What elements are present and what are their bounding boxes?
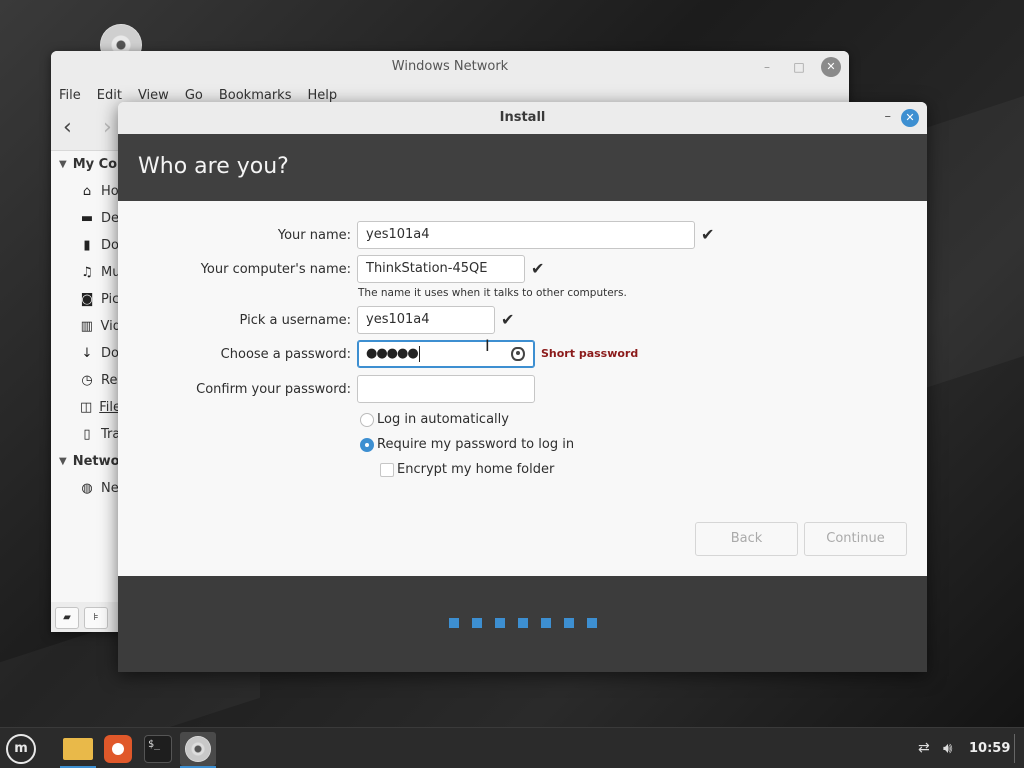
- minimize-icon[interactable]: –: [757, 57, 777, 77]
- install-body: Your name: yes101a4 ✔ Your computer's na…: [118, 201, 927, 576]
- sidebar-item-downloads[interactable]: ↓ Do: [51, 340, 121, 367]
- password-strength-warning: Short password: [541, 347, 639, 360]
- name-valid-check-icon: ✔: [701, 225, 715, 244]
- menu-view[interactable]: View: [137, 88, 176, 103]
- menu-edit[interactable]: Edit: [96, 88, 129, 103]
- show-desktop-handle[interactable]: [1014, 734, 1015, 763]
- collapse-triangle-icon[interactable]: ▼: [59, 159, 67, 170]
- name-label: Your name:: [277, 228, 351, 243]
- sidebar-item-network[interactable]: ◍ Ne: [51, 475, 121, 502]
- close-icon[interactable]: ✕: [821, 57, 841, 77]
- close-icon[interactable]: ✕: [901, 109, 919, 127]
- install-titlebar[interactable]: Install – ✕: [118, 102, 927, 134]
- installer-cd-icon[interactable]: [180, 732, 216, 766]
- username-label: Pick a username:: [239, 313, 351, 328]
- progress-step: [495, 618, 505, 628]
- install-window[interactable]: Install – ✕ Who are you? Your name: yes1…: [118, 102, 927, 672]
- trash-icon: ▯: [83, 427, 91, 442]
- download-icon: ↓: [81, 346, 93, 361]
- progress-step: [541, 618, 551, 628]
- network-icon[interactable]: ⇄: [918, 740, 930, 756]
- taskbar: m $_ ⇄ 🔊︎ 10:59: [0, 727, 1024, 768]
- computer-name-hint: The name it uses when it talks to other …: [358, 287, 627, 299]
- username-field[interactable]: yes101a4: [357, 306, 495, 334]
- firefox-icon[interactable]: [100, 732, 136, 766]
- sidebar-item-desktop[interactable]: ▬ De: [51, 205, 121, 232]
- computer-name-valid-check-icon: ✔: [531, 259, 545, 278]
- file-manager-statusbar: ▰ ⊧: [51, 602, 121, 632]
- desktop-icon: ▬: [80, 211, 94, 226]
- sidebar-item-videos[interactable]: ▥ Vid: [51, 313, 121, 340]
- tree-view-icon[interactable]: ⊧: [84, 607, 108, 629]
- camera-icon: ◙: [80, 292, 94, 307]
- login-automatically-label[interactable]: Log in automatically: [377, 412, 509, 427]
- text-caret: [418, 345, 420, 362]
- sidebar-item-pictures[interactable]: ◙ Pic: [51, 286, 121, 313]
- menu-bookmarks[interactable]: Bookmarks: [218, 88, 299, 103]
- music-icon: ♫: [81, 265, 93, 280]
- menu-help[interactable]: Help: [306, 88, 344, 103]
- progress-step: [472, 618, 482, 628]
- file-manager-sidebar: ▼ My Co ⌂ Ho ▬ De ▮ Do ♫ Mu ◙ Pic ▥ Vid ↓ Do ◷ Re…: [51, 151, 121, 632]
- drive-icon: ◫: [79, 400, 93, 415]
- confirm-password-field[interactable]: [357, 375, 535, 403]
- collapse-triangle-icon[interactable]: ▼: [59, 456, 67, 467]
- require-password-radio[interactable]: [360, 438, 374, 452]
- sidebar-item-documents[interactable]: ▮ Do: [51, 232, 121, 259]
- file-manager-title: Windows Network: [391, 59, 509, 74]
- progress-step: [518, 618, 528, 628]
- sidebar-item-music[interactable]: ♫ Mu: [51, 259, 121, 286]
- sidebar-section-my-computer[interactable]: ▼ My Co: [51, 151, 121, 178]
- minimize-icon[interactable]: –: [885, 109, 892, 124]
- progress-step: [449, 618, 459, 628]
- name-field[interactable]: yes101a4: [357, 221, 695, 249]
- mouse-ibeam-cursor: I: [485, 336, 490, 355]
- home-icon: ⌂: [82, 184, 92, 199]
- maximize-icon[interactable]: □: [789, 57, 809, 77]
- computer-name-field[interactable]: ThinkStation-45QE: [357, 255, 525, 283]
- sidebar-section-network[interactable]: ▼ Netwo: [51, 448, 121, 475]
- confirm-password-label: Confirm your password:: [196, 382, 351, 397]
- globe-icon: ◍: [81, 481, 93, 496]
- back-arrow-icon[interactable]: ‹: [63, 115, 72, 140]
- show-password-eye-icon[interactable]: [511, 347, 525, 361]
- menu-file[interactable]: File: [58, 88, 88, 103]
- computer-name-label: Your computer's name:: [200, 262, 351, 277]
- sidebar-item-filesystem[interactable]: ◫ File: [51, 394, 121, 421]
- username-valid-check-icon: ✔: [501, 310, 515, 329]
- terminal-icon[interactable]: $_: [140, 732, 176, 766]
- password-label: Choose a password:: [220, 347, 351, 362]
- file-manager-titlebar[interactable]: Windows Network – □ ✕: [51, 51, 849, 83]
- progress-step: [587, 618, 597, 628]
- progress-step: [564, 618, 574, 628]
- login-automatically-radio[interactable]: [360, 413, 374, 427]
- document-icon: ▮: [83, 238, 91, 253]
- sidebar-item-trash[interactable]: ▯ Tra: [51, 421, 121, 448]
- install-title: Install: [499, 110, 546, 125]
- forward-arrow-icon[interactable]: ›: [103, 115, 112, 140]
- sidebar-item-recent[interactable]: ◷ Re: [51, 367, 121, 394]
- encrypt-home-label[interactable]: Encrypt my home folder: [397, 462, 554, 477]
- menu-go[interactable]: Go: [184, 88, 210, 103]
- volume-icon[interactable]: 🔊︎: [943, 739, 952, 757]
- back-button[interactable]: Back: [695, 522, 798, 556]
- password-field[interactable]: ●●●●●: [357, 340, 535, 368]
- install-header: Who are you?: [118, 134, 927, 201]
- encrypt-home-checkbox[interactable]: [380, 463, 394, 477]
- password-masked-text: ●●●●●: [366, 346, 419, 361]
- sidebar-item-home[interactable]: ⌂ Ho: [51, 178, 121, 205]
- clock-icon: ◷: [81, 373, 93, 388]
- clock[interactable]: 10:59: [969, 741, 1010, 756]
- film-icon: ▥: [80, 319, 93, 334]
- continue-button[interactable]: Continue: [804, 522, 907, 556]
- places-toggle-icon[interactable]: ▰: [55, 607, 79, 629]
- require-password-label[interactable]: Require my password to log in: [377, 437, 574, 452]
- page-title: Who are you?: [138, 154, 289, 179]
- files-app-icon[interactable]: [60, 732, 96, 766]
- mint-menu-icon[interactable]: m: [6, 734, 36, 764]
